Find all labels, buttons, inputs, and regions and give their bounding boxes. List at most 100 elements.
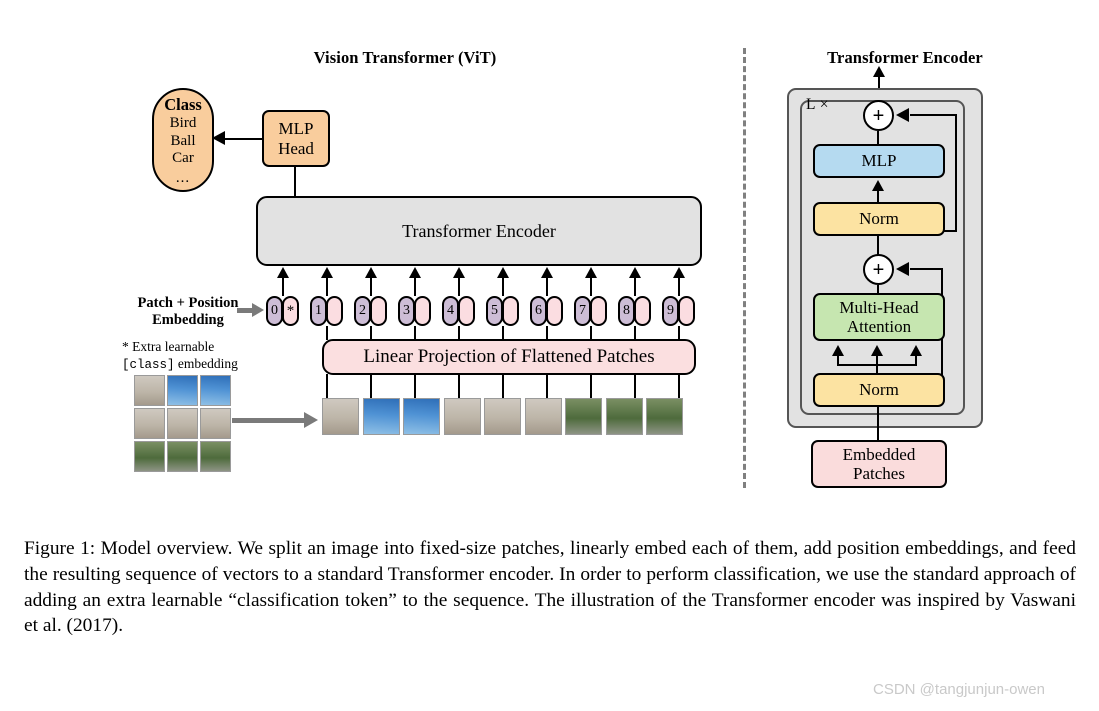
token-embedding-capsule [546, 296, 563, 326]
token-embedding-capsule [414, 296, 431, 326]
encoder-mlp-box: MLP [813, 144, 945, 178]
token-index-capsule: 0 [266, 296, 283, 326]
mlp-head-label-line1: MLP [278, 119, 314, 139]
grid-to-strip-arrowhead [304, 412, 318, 428]
class-output-capsule: Class Bird Ball Car ... [152, 88, 214, 192]
encoder-input-arrow-shaft [282, 277, 285, 296]
encoder-input-arrow-shaft [678, 277, 681, 296]
token-to-projection-stem [634, 326, 637, 340]
linear-projection-label: Linear Projection of Flattened Patches [363, 346, 655, 368]
encoder-norm-top-label: Norm [859, 209, 899, 229]
class-ellipsis: ... [175, 170, 191, 187]
token-to-projection-stem [590, 326, 593, 340]
token-embedding-capsule [678, 296, 695, 326]
class-token-star-capsule: * [282, 296, 299, 326]
token-to-projection-stem [502, 326, 505, 340]
embedded-to-norm-line [877, 407, 880, 440]
footnote-line1: Extra learnable [132, 339, 215, 354]
source-image-patch [167, 408, 198, 439]
residual-bottom-shaft [910, 268, 943, 271]
embedding-label-line2: Embedding [152, 312, 224, 329]
token-index-capsule: 7 [574, 296, 591, 326]
footnote-marker: * [122, 339, 129, 354]
token-1: 1 [310, 296, 343, 326]
source-image-patch [200, 375, 231, 406]
patch-to-projection-stem [414, 374, 417, 399]
encoder-norm-top-box: Norm [813, 202, 945, 236]
token-7: 7 [574, 296, 607, 326]
token-to-projection-stem [370, 326, 373, 340]
transformer-encoder-bar: Transformer Encoder [256, 196, 702, 266]
flattened-patch [362, 398, 400, 435]
attention-label-line1: Multi-Head [839, 297, 919, 317]
encoder-output-arrowhead [873, 66, 885, 77]
embedding-label-arrowhead [252, 303, 264, 317]
norm-to-mlp-line [877, 190, 880, 202]
flattened-patch [403, 398, 440, 435]
encoder-input-arrowhead [365, 267, 377, 278]
token-embedding-capsule [458, 296, 475, 326]
token-8: 8 [618, 296, 651, 326]
source-image-grid [134, 375, 231, 472]
multi-head-attention-box: Multi-Head Attention [813, 293, 945, 341]
token-embedding-capsule [370, 296, 387, 326]
token-index-capsule: 8 [618, 296, 635, 326]
token-0: 0 * [266, 296, 299, 326]
encoder-norm-bottom-label: Norm [859, 380, 899, 400]
token-embedding-capsule [590, 296, 607, 326]
token-index-capsule: 3 [398, 296, 415, 326]
encoder-input-arrow-shaft [502, 277, 505, 296]
norm-to-mlp-arrowhead [872, 180, 884, 191]
encoder-input-arrow-shaft [590, 277, 593, 296]
class-title: Class [164, 94, 202, 114]
patch-to-projection-stem [502, 374, 505, 399]
vit-panel-title: Vision Transformer (ViT) [313, 48, 497, 67]
figure-root: Vision Transformer (ViT) Class Bird Ball… [0, 0, 1099, 711]
csdn-watermark: CSDN @tangjunjun-owen [873, 681, 1045, 698]
token-index-capsule: 1 [310, 296, 327, 326]
flattened-patch [484, 398, 521, 435]
patch-to-projection-stem [370, 374, 373, 399]
token-6: 6 [530, 296, 563, 326]
figure-caption: Figure 1: Model overview. We split an im… [24, 538, 1076, 637]
source-image-patch [134, 441, 165, 472]
token-embedding-capsule [502, 296, 519, 326]
class-item-car: Car [172, 149, 194, 166]
residual-add-top: + [863, 100, 894, 131]
flattened-patch [646, 398, 683, 435]
token-index-capsule: 9 [662, 296, 679, 326]
plus-top-to-mlp-line [877, 131, 880, 145]
encoder-input-arrow-shaft [634, 277, 637, 296]
linear-projection-bar: Linear Projection of Flattened Patches [322, 339, 696, 375]
token-2: 2 [354, 296, 387, 326]
residual-bottom-arrowhead [896, 262, 909, 276]
residual-top-shaft [910, 114, 957, 117]
class-item-bird: Bird [169, 115, 197, 132]
encoder-input-arrow-shaft [458, 277, 461, 296]
token-embedding-capsule [326, 296, 343, 326]
encoder-input-arrowhead [321, 267, 333, 278]
flattened-patch [524, 398, 562, 435]
residual-top-arrowhead [896, 108, 909, 122]
token-4: 4 [442, 296, 475, 326]
attention-input-arrowhead [871, 345, 883, 356]
attention-input-arrowhead [832, 345, 844, 356]
flattened-patch-strip [322, 398, 683, 435]
encoder-input-arrow-shaft [370, 277, 373, 296]
flattened-patch [322, 398, 359, 435]
encoder-norm-bottom-box: Norm [813, 373, 945, 407]
encoder-input-arrowhead [541, 267, 553, 278]
panel-divider [743, 48, 746, 488]
encoder-input-arrowhead [585, 267, 597, 278]
encoder-input-arrow-shaft [326, 277, 329, 296]
attention-input-shaft [837, 355, 840, 364]
attention-input-shaft [915, 355, 918, 364]
residual-add-bottom: + [863, 254, 894, 285]
token-index-capsule: 5 [486, 296, 503, 326]
token-index-capsule: 4 [442, 296, 459, 326]
token-to-projection-stem [546, 326, 549, 340]
patch-to-projection-stem [326, 374, 329, 399]
source-image-patch [134, 408, 165, 439]
embedding-label-arrow-shaft [237, 308, 253, 313]
flattened-patch [605, 398, 643, 435]
